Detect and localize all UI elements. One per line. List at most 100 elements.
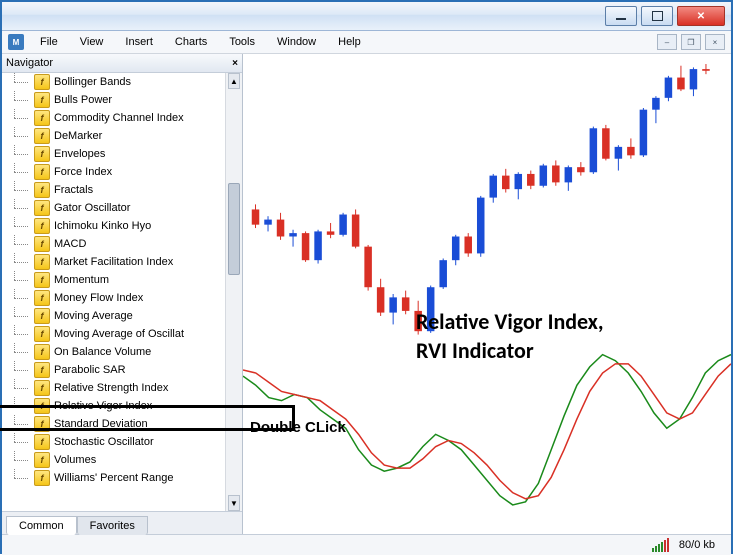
indicator-icon: f	[34, 272, 50, 288]
navigator-item[interactable]: f Force Index	[2, 163, 225, 181]
navigator-tabs: Common Favorites	[2, 511, 242, 534]
menu-window[interactable]: Window	[271, 34, 322, 50]
navigator-tree: f Bollinger Bands f Bulls Power f Commodity C…	[2, 73, 242, 511]
connection-bars-icon	[652, 538, 669, 552]
navigator-item-label: Force Index	[54, 166, 112, 178]
navigator-item[interactable]: f Moving Average of Oscillat	[2, 325, 225, 343]
navigator-item[interactable]: f MACD	[2, 235, 225, 253]
navigator-item-label: Bulls Power	[54, 94, 112, 106]
navigator-item-label: Market Facilitation Index	[54, 256, 173, 268]
navigator-close-icon[interactable]: ×	[232, 58, 238, 69]
navigator-item[interactable]: f Parabolic SAR	[2, 361, 225, 379]
menu-help[interactable]: Help	[332, 34, 367, 50]
navigator-item[interactable]: f Standard Deviation	[2, 415, 225, 433]
navigator-item[interactable]: f Money Flow Index	[2, 289, 225, 307]
mdi-minimize-button[interactable]: –	[657, 34, 677, 50]
navigator-item[interactable]: f Bulls Power	[2, 91, 225, 109]
navigator-item-label: DeMarker	[54, 130, 102, 142]
indicator-icon: f	[34, 380, 50, 396]
navigator-item[interactable]: f Market Facilitation Index	[2, 253, 225, 271]
tab-common[interactable]: Common	[6, 516, 77, 535]
navigator-item-label: Money Flow Index	[54, 292, 143, 304]
indicator-icon: f	[34, 236, 50, 252]
tab-favorites[interactable]: Favorites	[77, 516, 148, 535]
mdi-restore-button[interactable]: ❐	[681, 34, 701, 50]
navigator-item[interactable]: f Volumes	[2, 451, 225, 469]
indicator-icon: f	[34, 254, 50, 270]
navigator-item[interactable]: f On Balance Volume	[2, 343, 225, 361]
navigator-header: Navigator ×	[2, 54, 242, 73]
navigator-item-label: Volumes	[54, 454, 96, 466]
navigator-item[interactable]: f Relative Vigor Index	[2, 397, 225, 415]
navigator-item-label: Relative Vigor Index	[54, 400, 152, 412]
navigator-item-label: MACD	[54, 238, 86, 250]
window-title-bar	[2, 2, 731, 31]
navigator-item-label: Envelopes	[54, 148, 105, 160]
indicator-icon: f	[34, 164, 50, 180]
navigator-item[interactable]: fWilliams' Percent Range	[2, 469, 225, 487]
navigator-item[interactable]: f Momentum	[2, 271, 225, 289]
navigator-item-label: Fractals	[54, 184, 93, 196]
connection-status: 80/0 kb	[679, 539, 725, 551]
indicator-icon: f	[34, 362, 50, 378]
navigator-item-label: Momentum	[54, 274, 109, 286]
navigator-item[interactable]: f Gator Oscillator	[2, 199, 225, 217]
navigator-item[interactable]: f Moving Average	[2, 307, 225, 325]
menu-insert[interactable]: Insert	[119, 34, 159, 50]
navigator-item[interactable]: f Bollinger Bands	[2, 73, 225, 91]
menu-file[interactable]: File	[34, 34, 64, 50]
navigator-item-label: Relative Strength Index	[54, 382, 168, 394]
close-button[interactable]	[677, 6, 725, 26]
minimize-button[interactable]	[605, 6, 637, 26]
navigator-item-label: Gator Oscillator	[54, 202, 130, 214]
chart-area[interactable]	[243, 54, 731, 534]
navigator-item-label: Bollinger Bands	[54, 76, 131, 88]
indicator-icon: f	[34, 290, 50, 306]
menu-view[interactable]: View	[74, 34, 110, 50]
navigator-item-label: Standard Deviation	[54, 418, 148, 430]
indicator-icon: f	[34, 470, 50, 486]
navigator-item[interactable]: f Envelopes	[2, 145, 225, 163]
scroll-up-icon[interactable]: ▲	[228, 73, 240, 89]
navigator-item[interactable]: f Commodity Channel Index	[2, 109, 225, 127]
maximize-button[interactable]	[641, 6, 673, 26]
indicator-icon: f	[34, 146, 50, 162]
navigator-scrollbar[interactable]: ▲ ▼	[225, 73, 242, 511]
app-icon: M	[8, 34, 24, 50]
navigator-item[interactable]: f Ichimoku Kinko Hyo	[2, 217, 225, 235]
mdi-close-button[interactable]: ×	[705, 34, 725, 50]
price-chart	[243, 54, 731, 513]
indicator-icon: f	[34, 74, 50, 90]
navigator-item-label: Ichimoku Kinko Hyo	[54, 220, 151, 232]
navigator-item-label: Stochastic Oscillator	[54, 436, 154, 448]
indicator-icon: f	[34, 308, 50, 324]
indicator-icon: f	[34, 200, 50, 216]
indicator-icon: f	[34, 92, 50, 108]
indicator-icon: f	[34, 182, 50, 198]
scroll-down-icon[interactable]: ▼	[228, 495, 240, 511]
navigator-item-label: Moving Average	[54, 310, 133, 322]
menu-charts[interactable]: Charts	[169, 34, 213, 50]
indicator-icon: f	[34, 452, 50, 468]
indicator-icon: f	[34, 110, 50, 126]
indicator-icon: f	[34, 434, 50, 450]
indicator-icon: f	[34, 218, 50, 234]
indicator-icon: f	[34, 344, 50, 360]
navigator-panel: Navigator × f Bollinger Bands f Bulls Power…	[2, 54, 243, 534]
navigator-item-label: Moving Average of Oscillat	[54, 328, 184, 340]
scroll-thumb[interactable]	[228, 183, 240, 275]
navigator-item[interactable]: f Stochastic Oscillator	[2, 433, 225, 451]
navigator-item-label: Parabolic SAR	[54, 364, 126, 376]
navigator-item-label: On Balance Volume	[54, 346, 151, 358]
navigator-item[interactable]: f Relative Strength Index	[2, 379, 225, 397]
menu-tools[interactable]: Tools	[223, 34, 261, 50]
navigator-title: Navigator	[6, 57, 53, 69]
menu-bar: M File View Insert Charts Tools Window H…	[2, 31, 731, 54]
indicator-icon: f	[34, 326, 50, 342]
navigator-item[interactable]: f Fractals	[2, 181, 225, 199]
indicator-icon: f	[34, 416, 50, 432]
navigator-item-label: Commodity Channel Index	[54, 112, 184, 124]
indicator-icon: f	[34, 398, 50, 414]
navigator-item[interactable]: fDeMarker	[2, 127, 225, 145]
status-bar: 80/0 kb	[2, 534, 731, 555]
